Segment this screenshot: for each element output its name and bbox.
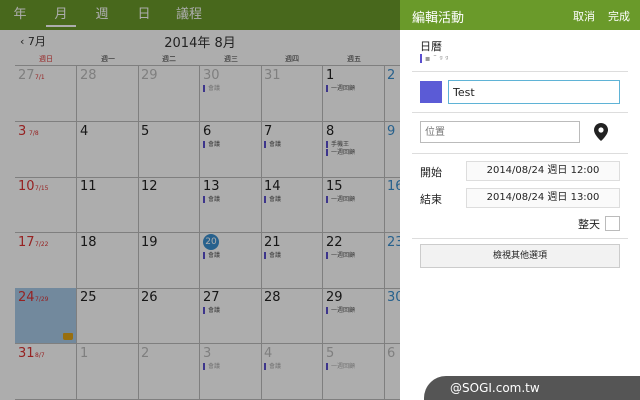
more-options-button[interactable]: 檢視其他選項 xyxy=(420,244,620,268)
event-title-input[interactable] xyxy=(448,80,620,104)
divider xyxy=(412,238,628,239)
done-button[interactable]: 完成 xyxy=(608,8,630,24)
edit-event-panel: 編輯活動 取消 完成 日曆 ▪ ˜ ᵍ ᵍ 開始 2014/08/24 週日 1… xyxy=(400,0,640,400)
calendar-account-selector[interactable]: ▪ ˜ ᵍ ᵍ xyxy=(420,54,449,63)
month-calendar: 年月週日議程 ‹ 7月 2014年 8月 週日週一週二週三週四週五週六 277/… xyxy=(0,0,446,400)
cancel-button[interactable]: 取消 xyxy=(573,8,595,24)
panel-header: 編輯活動 取消 完成 xyxy=(400,0,640,30)
all-day-checkbox[interactable] xyxy=(605,216,620,231)
divider xyxy=(412,112,628,113)
dim-overlay xyxy=(0,0,400,400)
end-datetime-field[interactable]: 2014/08/24 週日 13:00 xyxy=(466,188,620,208)
map-pin-icon xyxy=(594,123,608,141)
divider xyxy=(412,71,628,72)
start-label: 開始 xyxy=(420,166,442,179)
divider xyxy=(412,153,628,154)
location-input[interactable] xyxy=(420,121,580,143)
event-color-swatch[interactable] xyxy=(420,81,442,103)
start-datetime-field[interactable]: 2014/08/24 週日 12:00 xyxy=(466,161,620,181)
watermark: @SOGI.com.tw xyxy=(424,376,640,400)
panel-title: 編輯活動 xyxy=(412,11,465,26)
all-day-label: 整天 xyxy=(578,218,600,231)
end-label: 結束 xyxy=(420,193,442,206)
map-pin-button[interactable] xyxy=(586,119,616,145)
calendar-label: 日曆 xyxy=(420,40,442,53)
